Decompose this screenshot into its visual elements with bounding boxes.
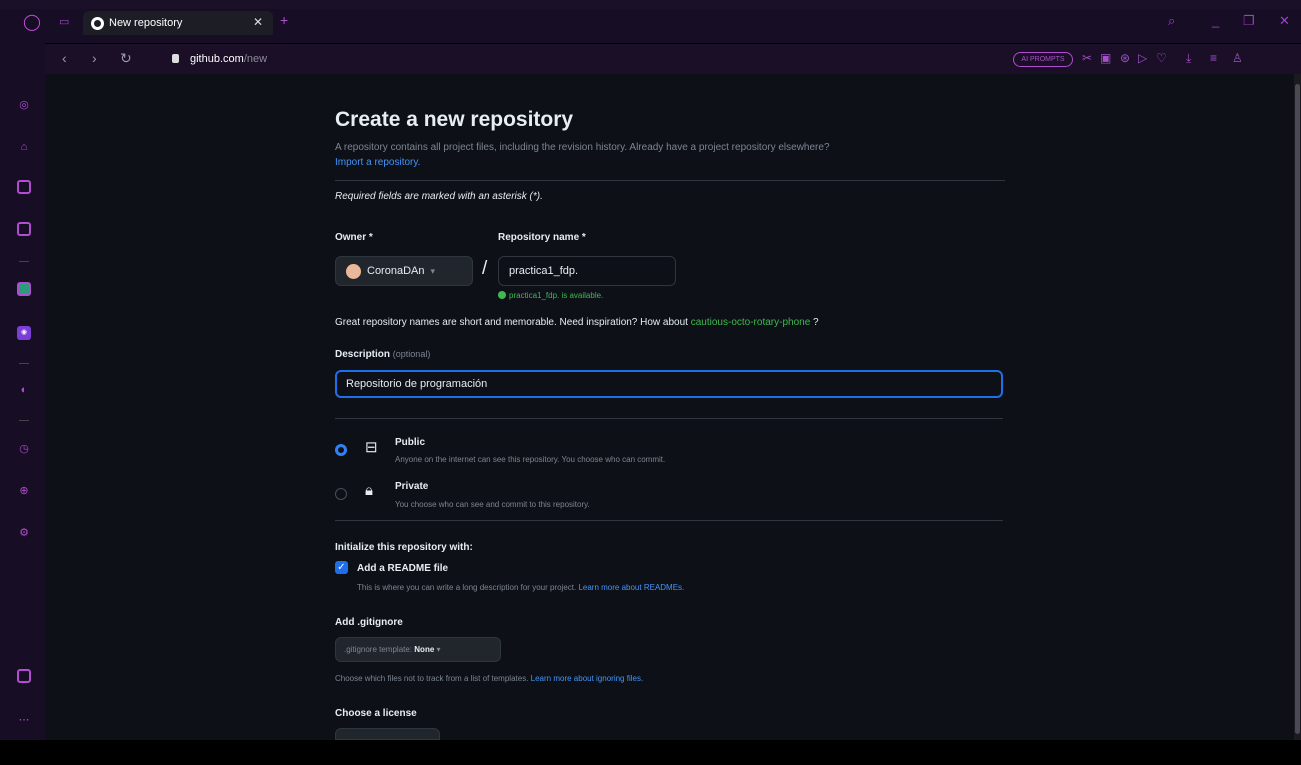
readme-desc: This is where you can write a long descr… [357,583,684,592]
suggestion-text: Great repository names are short and mem… [335,317,688,328]
taskbar-area [0,740,1301,765]
sidebar-chatgpt-icon[interactable] [17,282,31,296]
repo-name-input[interactable]: practica1_fdp. [498,256,676,286]
description-label: Description (optional) [335,349,430,360]
owner-label: Owner * [335,232,373,243]
suggested-name-link[interactable]: cautious-octo-rotary-phone [691,317,811,328]
search-icon[interactable]: ⌕ [1168,13,1175,29]
availability-text: practica1_fdp. is available. [509,291,604,300]
readme-learn-link[interactable]: Learn more about READMEs. [578,583,684,592]
menu-icon[interactable]: ≡ [1210,51,1217,65]
send-icon[interactable]: ▷ [1138,51,1147,65]
public-title: Public [395,437,426,448]
public-radio[interactable] [335,444,347,456]
reload-button[interactable]: ↻ [120,50,132,67]
sidebar-settings-icon[interactable]: ◐ [17,383,31,397]
vpn-icon[interactable]: ⊛ [1120,51,1130,65]
profile-icon[interactable]: ♙ [1232,51,1243,65]
snapshot-icon[interactable]: ✂ [1082,51,1092,65]
close-tab-icon[interactable]: ✕ [253,15,263,29]
url-field[interactable]: github.com/new [190,53,267,65]
browser-window: ◯ ▭ New repository ✕ + ⌕ _ ❐ ✕ ‹ › ↻ git… [0,0,1301,765]
new-tab-button[interactable]: + [280,12,288,28]
readme-label: Add a README file [357,563,449,574]
private-title: Private [395,481,429,492]
avatar [346,263,361,279]
sidebar-messenger-icon[interactable]: ◉ [17,326,31,340]
description-input[interactable]: Repositorio de programación [335,370,1003,398]
owner-select[interactable]: CoronaDAn ▾ [335,256,473,286]
sidebar-ai-icon[interactable]: ◎ [17,98,31,112]
repo-icon: ⊟ [365,439,378,456]
import-repo-link[interactable]: Import a repository. [335,157,420,168]
github-icon [91,16,104,30]
sidebar-bag-icon[interactable]: ⌂ [17,140,31,154]
license-label: Choose a license [335,708,417,719]
readme-desc-text: This is where you can write a long descr… [357,583,577,592]
heart-icon[interactable]: ♡ [1156,51,1167,65]
tab-new-repository[interactable]: New repository ✕ [83,11,273,35]
readme-checkbox[interactable]: ✓ [335,561,348,574]
scrollbar[interactable] [1294,74,1301,740]
tab-title: New repository [109,17,183,29]
url-path: /new [243,53,268,65]
private-desc: You choose who can see and commit to thi… [395,500,590,509]
sidebar-history-icon[interactable]: ◷ [17,442,31,456]
gitignore-desc-text: Choose which files not to track from a l… [335,674,529,683]
chevron-down-icon: ▾ [436,645,441,654]
sidebar-panel-icon[interactable] [17,669,31,683]
check-circle-icon [498,291,506,299]
page-subtitle: A repository contains all project files,… [335,140,1005,170]
availability-note: practica1_fdp. is available. [498,291,603,300]
back-button[interactable]: ‹ [62,50,67,66]
new-repo-form: Create a new repository A repository con… [335,108,1005,740]
owner-slash: / [482,258,488,279]
downloads-icon[interactable]: ⤓ [1186,51,1191,66]
optional-tag: (optional) [392,349,431,359]
lock-icon: 🔒︎ [365,482,373,499]
sidebar-gear-icon[interactable]: ⚙ [17,526,31,540]
required-note: Required fields are marked with an aster… [335,191,543,202]
sidebar-extensions-icon[interactable]: ⊕ [17,484,31,498]
init-label: Initialize this repository with: [335,542,473,553]
suggestion-suffix: ? [810,317,819,328]
minimize-button[interactable]: _ [1212,13,1219,28]
close-window-button[interactable]: ✕ [1279,13,1290,29]
page-title: Create a new repository [335,108,574,131]
gitignore-learn-link[interactable]: Learn more about ignoring files. [531,674,644,683]
name-suggestion: Great repository names are short and mem… [335,317,819,328]
repo-name-label: Repository name * [498,232,586,243]
gitignore-desc: Choose which files not to track from a l… [335,674,643,683]
owner-value: CoronaDAn [367,265,425,277]
gitignore-select[interactable]: .gitignore template: None ▾ [335,637,501,662]
ai-prompts-button[interactable]: AI PROMPTS [1013,52,1073,67]
private-radio[interactable] [335,488,347,500]
gitignore-value: None [414,645,435,654]
gitignore-label: Add .gitignore [335,617,403,628]
public-desc: Anyone on the internet can see this repo… [395,455,666,464]
opera-logo-icon[interactable]: ◯ [23,14,41,31]
workspace-icon[interactable]: ▭ [59,15,71,28]
forward-button[interactable]: › [92,50,97,66]
subtitle-text: A repository contains all project files,… [335,142,830,153]
description-label-text: Description [335,349,391,360]
url-host: github.com [190,53,244,65]
chevron-down-icon: ▾ [430,265,436,276]
license-select[interactable] [335,728,440,740]
sidebar-tabs-icon[interactable] [17,222,31,236]
gitignore-template-label: .gitignore template: [344,645,413,654]
lock-icon [172,54,179,63]
sidebar-more-icon[interactable]: ⋯ [17,713,31,727]
restore-button[interactable]: ❐ [1243,13,1255,29]
camera-icon[interactable]: ▣ [1100,51,1111,65]
sidebar-player-icon[interactable] [17,180,31,194]
